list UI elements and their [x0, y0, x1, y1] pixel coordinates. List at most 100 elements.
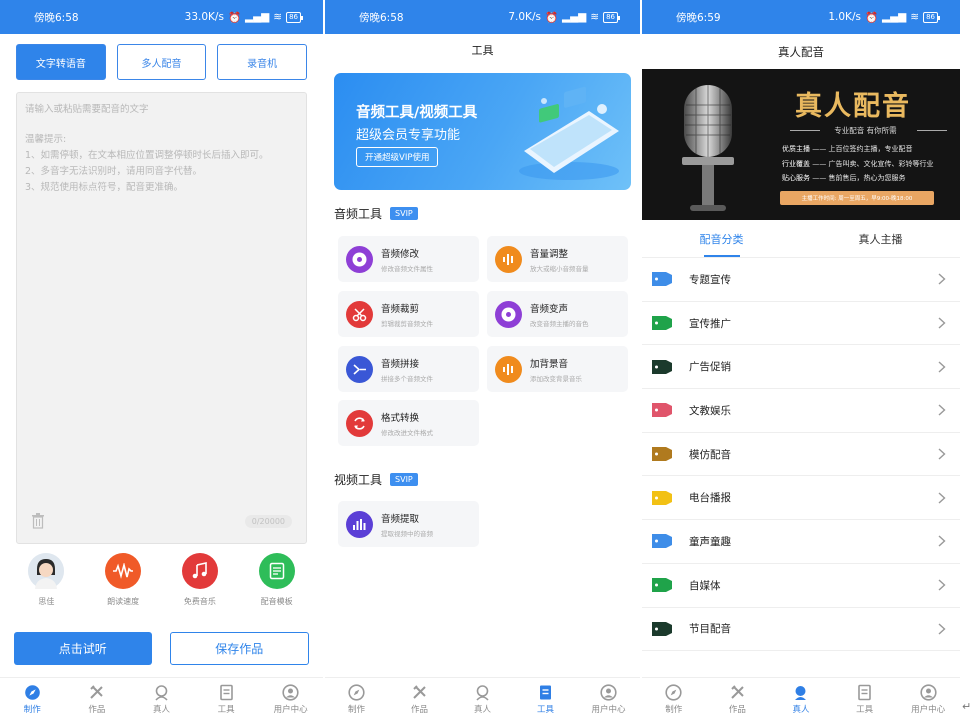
- chevron-right-icon: [938, 579, 946, 591]
- music-note-icon: [181, 553, 218, 589]
- chevron-right-icon: [938, 404, 946, 416]
- template-icon: [258, 553, 295, 589]
- free-music-button[interactable]: 免费音乐: [168, 553, 232, 607]
- tag-icon: [652, 578, 672, 593]
- tab-voice-categories[interactable]: 配音分类: [642, 220, 801, 257]
- category-item[interactable]: 模仿配音: [642, 433, 960, 477]
- tab-make[interactable]: 制作: [325, 678, 388, 721]
- banner-headline: 音频工具/视频工具: [356, 105, 478, 121]
- tab-user-center[interactable]: 用户中心: [896, 678, 960, 721]
- category-item[interactable]: 广告促销: [642, 345, 960, 390]
- mode-switcher: 文字转语音 多人配音 录音机: [0, 34, 323, 89]
- category-item[interactable]: 自媒体: [642, 564, 960, 608]
- audio-tool-card[interactable]: 音频修改 修改音频文件属性: [338, 236, 479, 282]
- tab-real-person[interactable]: 真人: [769, 678, 833, 721]
- compass-icon: [665, 684, 682, 701]
- vip-banner[interactable]: 音频工具/视频工具 超级会员专享功能 开通超级VIP使用: [334, 73, 631, 190]
- audio-tool-card[interactable]: 音频变声 改变音频主播的音色: [487, 291, 628, 337]
- voice-select-button[interactable]: 思佳: [14, 553, 78, 607]
- video-tool-card[interactable]: 音频提取 提取视频中的音频: [338, 501, 479, 547]
- category-label: 模仿配音: [689, 448, 731, 461]
- works-icon: [411, 684, 428, 701]
- video-tools-heading: 视频工具 SVIP: [334, 471, 418, 488]
- category-label: 广告促销: [689, 361, 731, 374]
- tab-works[interactable]: 作品: [706, 678, 770, 721]
- chevron-right-icon: [938, 448, 946, 460]
- tag-icon: [652, 490, 672, 505]
- tab-real-person[interactable]: 真人: [129, 678, 194, 721]
- category-item[interactable]: 专题宣传: [642, 258, 960, 302]
- bottom-tab-bar: 制作 作品 真人 工具 用户中心: [0, 677, 323, 721]
- tab-user-center[interactable]: 用户中心: [258, 678, 323, 721]
- tab-real-person[interactable]: 真人: [451, 678, 514, 721]
- banner-subheadline: 超级会员专享功能: [356, 128, 461, 143]
- open-vip-button[interactable]: 开通超级VIP使用: [356, 147, 439, 167]
- category-item[interactable]: 节目配音: [642, 608, 960, 652]
- tool-label: 思佳: [38, 597, 55, 606]
- tab-tools[interactable]: 工具: [833, 678, 897, 721]
- tool-title: 音量调整: [530, 248, 569, 260]
- listen-button[interactable]: 点击试听: [14, 632, 152, 665]
- editor-tips: 温馨提示: 1、如需停顿，在文本相应位置调整停顿时长后插入即可。 2、多音字无法…: [25, 132, 298, 196]
- tab-user-center[interactable]: 用户中心: [577, 678, 640, 721]
- tool-title: 音频裁剪: [381, 303, 420, 315]
- category-item[interactable]: 童声童趣: [642, 520, 960, 564]
- tool-label: 免费音乐: [183, 597, 216, 606]
- tab-tools[interactable]: 工具: [194, 678, 259, 721]
- tab-make[interactable]: 制作: [0, 678, 65, 721]
- phone-illustration-icon: [519, 86, 619, 180]
- tab-label: 制作: [347, 705, 365, 715]
- audio-tools-heading: 音频工具 SVIP: [334, 205, 418, 222]
- voice-template-button[interactable]: 配音模板: [245, 553, 309, 607]
- person-icon: [153, 684, 170, 701]
- text-editor[interactable]: 请输入或粘贴需要配音的文字 温馨提示: 1、如需停顿，在文本相应位置调整停顿时长…: [16, 92, 307, 544]
- tab-works[interactable]: 作品: [388, 678, 451, 721]
- battery-icon: 86: [603, 11, 620, 23]
- category-item[interactable]: 电台播报: [642, 476, 960, 521]
- battery-icon: 86: [923, 11, 940, 23]
- tab-make[interactable]: 制作: [642, 678, 706, 721]
- tag-icon: [652, 403, 672, 418]
- tab-works[interactable]: 作品: [65, 678, 130, 721]
- volume-icon: [495, 245, 522, 273]
- audio-tool-card[interactable]: 音频拼接 拼接多个音频文件: [338, 346, 479, 392]
- compass-icon: [348, 684, 365, 701]
- audio-tool-card[interactable]: 格式转换 修改改进文件格式: [338, 400, 479, 446]
- reading-speed-button[interactable]: 朗读速度: [91, 553, 155, 607]
- disc-icon: [346, 245, 373, 273]
- tab-voice-anchors[interactable]: 真人主播: [801, 220, 960, 257]
- audio-tool-card[interactable]: 音量调整 放大或缩小音频音量: [487, 236, 628, 282]
- bars-icon: [346, 510, 373, 538]
- audio-tool-card[interactable]: 加背景音 添加改变背景音乐: [487, 346, 628, 392]
- category-label: 自媒体: [689, 579, 721, 592]
- mode-recorder-button[interactable]: 录音机: [217, 44, 308, 80]
- tab-label: 作品: [88, 705, 106, 715]
- category-list: 专题宣传 宣传推广 广告促销 文教娱乐 模仿配音 电台播报 童声童趣 自媒体 节…: [642, 258, 960, 652]
- mode-multi-voice-button[interactable]: 多人配音: [116, 44, 207, 80]
- category-item[interactable]: 文教娱乐: [642, 389, 960, 433]
- tab-tools[interactable]: 工具: [514, 678, 577, 721]
- network-speed: 7.0K/s: [508, 11, 541, 23]
- user-icon: [600, 684, 617, 701]
- tab-label: 真人: [792, 705, 810, 715]
- audio-tool-card[interactable]: 音频裁剪 剪辑裁剪音频文件: [338, 291, 479, 337]
- tag-icon: [652, 359, 672, 374]
- signal-icon: ▂▄▆: [882, 11, 907, 23]
- trash-icon[interactable]: [31, 513, 45, 529]
- bottom-tab-bar: 制作 作品 真人 工具 用户中心: [325, 677, 640, 721]
- character-counter: 0/20000: [244, 515, 292, 528]
- user-icon: [920, 684, 937, 701]
- wifi-icon: ≋: [590, 11, 600, 23]
- real-voice-banner: 真人配音 专业配音 有你所需 优质主播 —— 上百位签约主播，专业配音 行业覆盖…: [642, 69, 960, 220]
- category-item[interactable]: 宣传推广: [642, 302, 960, 346]
- tab-label: 真人: [473, 705, 491, 715]
- wifi-icon: ≋: [910, 11, 920, 23]
- tag-icon: [652, 534, 672, 549]
- feature-key: 优质主播: [782, 145, 810, 153]
- feature-key: 行业覆盖: [782, 159, 810, 168]
- status-right: 33.0K/s ⏰ ▂▄▆ ≋ 86: [185, 11, 303, 24]
- tab-label: 真人: [152, 705, 170, 715]
- save-work-button[interactable]: 保存作品: [169, 632, 309, 665]
- screen-tools: 傍晚6:58 7.0K/s ⏰ ▂▄▆ ≋ 86 工具 音频工具/视频工具 超级…: [325, 0, 640, 721]
- mode-text-to-speech-button[interactable]: 文字转语音: [16, 44, 106, 80]
